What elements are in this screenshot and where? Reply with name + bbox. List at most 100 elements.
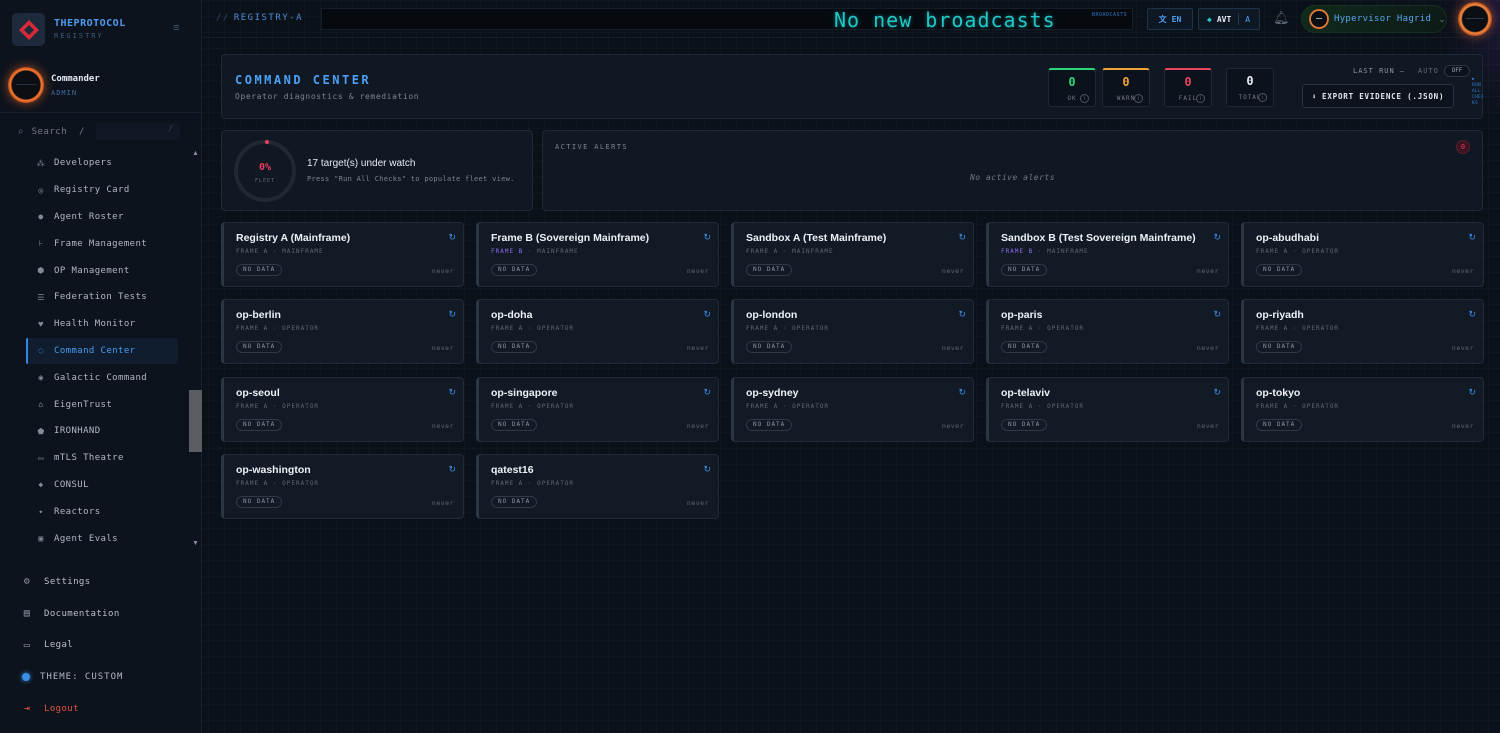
auto-toggle[interactable]: OFF: [1444, 65, 1470, 77]
refresh-icon[interactable]: ↻: [1468, 387, 1476, 398]
sidebar-item-command-center[interactable]: ◌ Command Center: [26, 337, 178, 365]
target-card[interactable]: Sandbox A (Test Mainframe) ↻ FRAME A · MAI…: [731, 222, 974, 287]
info-icon[interactable]: i: [1258, 93, 1267, 102]
sidebar-item-federation-tests[interactable]: ☰ Federation Tests: [26, 284, 178, 311]
sidebar-item-label: Health Monitor: [54, 319, 136, 330]
info-icon[interactable]: i: [1196, 94, 1205, 103]
refresh-icon[interactable]: ↻: [703, 232, 711, 243]
target-card[interactable]: op-doha ↻ FRAME A · OPERATOR NO DATA never: [476, 299, 719, 365]
sidebar-item-eigentrust[interactable]: ⌂ EigenTrust: [26, 391, 178, 418]
sidebar-item-agent-evals[interactable]: ▣ Agent Evals: [26, 525, 178, 552]
refresh-icon[interactable]: ↻: [1468, 232, 1476, 243]
sidebar-item-op-management[interactable]: ⬢ OP Management: [26, 257, 178, 284]
scrollbar-thumb[interactable]: [189, 390, 202, 452]
alerts-count-badge: 0: [1456, 140, 1470, 154]
scroll-down-icon[interactable]: ▼: [192, 540, 199, 547]
brand-subtitle: REGISTRY: [54, 32, 104, 40]
last-checked: never: [941, 344, 964, 353]
target-card[interactable]: op-telaviv ↻ FRAME A · OPERATOR NO DATA neve…: [986, 376, 1229, 442]
sidebar-item-health-monitor[interactable]: ♥ Health Monitor: [26, 311, 178, 338]
target-meta: FRAME A · OPERATOR: [491, 479, 575, 487]
target-card[interactable]: op-tokyo ↻ FRAME A · OPERATOR NO DATA never: [1241, 376, 1484, 442]
last-checked: never: [1196, 267, 1219, 275]
target-card[interactable]: op-riyadh ↻ FRAME A · OPERATOR NO DATA never: [1241, 299, 1484, 365]
refresh-icon[interactable]: ↻: [448, 309, 456, 320]
logout-label: Logout: [44, 703, 79, 714]
legal-link[interactable]: ▭ Legal: [20, 629, 190, 661]
sidebar-divider: [0, 112, 202, 113]
sidebar-item-mtls-theatre[interactable]: ∾ mTLS Theatre: [26, 445, 178, 472]
target-card[interactable]: qatest16 ↻ FRAME A · OPERATOR NO DATA never: [476, 453, 719, 519]
target-meta: FRAME A · OPERATOR: [1256, 402, 1340, 410]
target-card[interactable]: op-washington ↻ FRAME A · OPERATOR NO DATA n…: [221, 453, 464, 519]
refresh-icon[interactable]: ↻: [703, 464, 711, 475]
target-card[interactable]: op-paris ↻ FRAME A · OPERATOR NO DATA never: [986, 299, 1229, 365]
target-name: op-tokyo: [1256, 386, 1301, 399]
info-icon[interactable]: i: [1134, 94, 1143, 103]
target-card[interactable]: Sandbox B (Test Sovereign Mainframe) ↻ FRA…: [986, 222, 1229, 287]
theme-toggle[interactable]: THEME: CUSTOM: [20, 661, 190, 693]
sidebar-item-galactic-command[interactable]: ◉ Galactic Command: [26, 364, 178, 391]
target-card[interactable]: op-singapore ↻ FRAME A · OPERATOR NO DATA ne…: [476, 376, 719, 442]
sidebar-search[interactable]: ⌕ Search / /: [18, 123, 186, 140]
target-name: op-singapore: [491, 386, 558, 399]
refresh-icon[interactable]: ↻: [958, 309, 966, 320]
refresh-icon[interactable]: ↻: [1213, 387, 1221, 398]
sidebar-item-reactors[interactable]: ✦ Reactors: [26, 498, 178, 525]
last-checked: never: [686, 344, 709, 353]
language-button[interactable]: 文 EN: [1147, 8, 1193, 30]
target-card[interactable]: op-abudhabi ↻ FRAME A · OPERATOR NO DATA nev…: [1241, 222, 1484, 287]
command-center-icon: ◌: [38, 346, 44, 356]
stat-fail: 0 FAIL i: [1164, 68, 1212, 107]
sidebar-item-developers[interactable]: ⁂ Developers: [26, 150, 178, 177]
refresh-icon[interactable]: ↻: [958, 232, 966, 243]
account-menu[interactable]: Hypervisor Hagrid ⌄: [1301, 5, 1447, 33]
refresh-icon[interactable]: ↻: [703, 387, 711, 398]
user-profile[interactable]: Commander ADMIN: [8, 67, 198, 105]
sidebar-scrollbar[interactable]: ▲ ▼: [189, 150, 202, 552]
sidebar-item-frame-management[interactable]: ⊦ Frame Management: [26, 230, 178, 257]
refresh-icon[interactable]: ↻: [1213, 232, 1221, 243]
sidebar-item-registry-card[interactable]: ◎ Registry Card: [26, 177, 178, 204]
federation-tests-icon: ☰: [37, 292, 45, 302]
target-card[interactable]: op-seoul ↻ FRAME A · OPERATOR NO DATA never: [221, 376, 464, 442]
export-evidence-button[interactable]: ⬇ EXPORT EVIDENCE (.JSON): [1302, 84, 1454, 108]
target-kind: MAINFRAME: [282, 248, 324, 255]
avt-button[interactable]: ◆ AVT A: [1198, 8, 1260, 30]
target-card[interactable]: op-london ↻ FRAME A · OPERATOR NO DATA never: [731, 299, 974, 365]
sidebar-item-agent-roster[interactable]: ● Agent Roster: [26, 204, 178, 231]
top-avatar[interactable]: [1458, 2, 1492, 36]
legal-label: Legal: [44, 640, 74, 651]
target-kind: OPERATOR: [282, 402, 320, 410]
collapse-sidebar-icon[interactable]: ≡: [173, 22, 179, 34]
sidebar-item-ironhand[interactable]: ⬟ IRONHAND: [26, 418, 178, 445]
target-meta: FRAME A · MAINFRAME: [746, 248, 834, 255]
info-icon[interactable]: i: [1080, 94, 1089, 103]
target-kind: OPERATOR: [1302, 325, 1340, 333]
run-all-checks-button[interactable]: ▶ RUN ALL CHECKS: [1472, 77, 1486, 107]
target-card[interactable]: Frame B (Sovereign Mainframe) ↻ FRAME B · …: [476, 222, 719, 287]
target-card[interactable]: op-sydney ↻ FRAME A · OPERATOR NO DATA never: [731, 376, 974, 442]
target-name: op-washington: [236, 463, 311, 476]
refresh-icon[interactable]: ↻: [448, 232, 456, 243]
target-card[interactable]: Registry A (Mainframe) ↻ FRAME A · MAINFRA…: [221, 222, 464, 287]
refresh-icon[interactable]: ↻: [958, 387, 966, 398]
sidebar-item-consul[interactable]: ◆ CONSUL: [26, 472, 178, 499]
logout-button[interactable]: ⇥ Logout: [20, 693, 190, 725]
sidebar-item-label: CONSUL: [54, 479, 89, 490]
target-card[interactable]: op-berlin ↻ FRAME A · OPERATOR NO DATA never: [221, 299, 464, 365]
refresh-icon[interactable]: ↻: [1213, 309, 1221, 320]
brand[interactable]: THEPROTOCOL REGISTRY: [12, 13, 192, 47]
scroll-up-icon[interactable]: ▲: [192, 150, 199, 157]
refresh-icon[interactable]: ↻: [448, 464, 456, 475]
topbar: //REGISTRY-A No new broadcasts BROADCAST…: [202, 0, 1500, 38]
documentation-link[interactable]: ▤ Documentation: [20, 598, 190, 630]
refresh-icon[interactable]: ↻: [1468, 309, 1476, 320]
settings-link[interactable]: ⚙ Settings: [20, 566, 190, 598]
refresh-icon[interactable]: ↻: [448, 387, 456, 398]
target-frame: FRAME B: [491, 248, 524, 255]
sidebar-nav: ⁂ Developers ◎ Registry Card ● Agent Roster ⊦ F…: [26, 150, 178, 552]
notification-bell-icon[interactable]: 🔔︎: [1273, 10, 1290, 26]
status-badge: NO DATA: [1256, 341, 1303, 354]
refresh-icon[interactable]: ↻: [703, 309, 711, 320]
